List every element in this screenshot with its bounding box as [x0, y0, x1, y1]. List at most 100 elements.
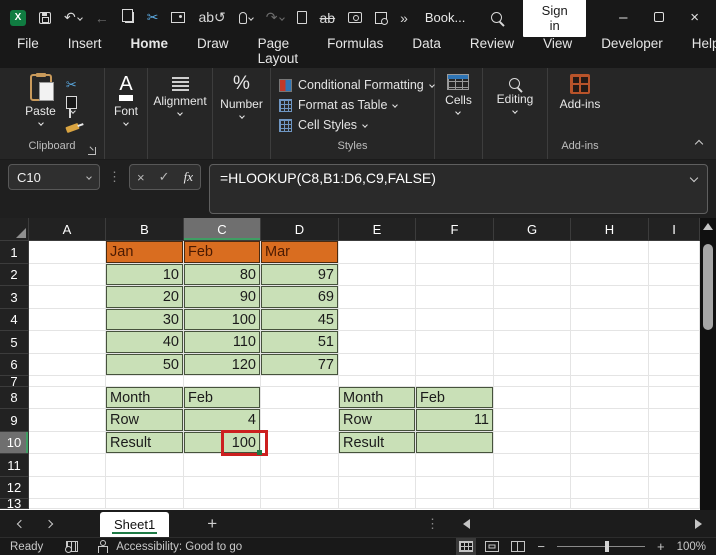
scroll-right-icon[interactable] — [695, 519, 702, 529]
strikethrough-icon[interactable]: ab — [320, 10, 336, 26]
row-header-2[interactable]: 2 — [0, 264, 29, 286]
copy-icon[interactable] — [122, 12, 134, 23]
cell-B3[interactable]: 20 — [106, 286, 184, 309]
cell-G8[interactable] — [494, 387, 571, 409]
paste-picture-icon[interactable] — [171, 12, 185, 23]
cell-H2[interactable] — [571, 264, 649, 286]
formula-input[interactable]: =HLOOKUP(C8,B1:D6,C9,FALSE) — [209, 164, 708, 214]
cell-E9[interactable]: Row — [339, 409, 416, 432]
cell-G5[interactable] — [494, 331, 571, 354]
cell-F8[interactable]: Feb — [416, 387, 494, 409]
cell-D9[interactable] — [261, 409, 339, 432]
cells-button[interactable]: Cells — [445, 74, 472, 140]
zoom-slider-thumb[interactable] — [605, 541, 609, 552]
cell-C12[interactable] — [184, 477, 261, 499]
cancel-button[interactable]: × — [137, 170, 145, 185]
cell-B9[interactable]: Row — [106, 409, 184, 432]
cell-I13[interactable] — [649, 499, 700, 509]
col-header-D[interactable]: D — [261, 218, 339, 241]
minimize-button[interactable]: – — [612, 9, 635, 26]
cell-E12[interactable] — [339, 477, 416, 499]
menu-tab-page-layout[interactable]: Page Layout — [257, 30, 300, 74]
cell-I9[interactable] — [649, 409, 700, 432]
cell-G10[interactable] — [494, 432, 571, 454]
cell-C13[interactable] — [184, 499, 261, 509]
cell-C9[interactable]: 4 — [184, 409, 261, 432]
row-header-11[interactable]: 11 — [0, 454, 29, 477]
menu-tab-file[interactable]: File — [16, 30, 40, 74]
cell-E4[interactable] — [339, 309, 416, 331]
cell-D10[interactable] — [261, 432, 339, 454]
cell-F7[interactable] — [416, 376, 494, 387]
cut-icon[interactable]: ✂ — [147, 9, 159, 26]
cell-F1[interactable] — [416, 241, 494, 264]
cell-I12[interactable] — [649, 477, 700, 499]
cell-D1[interactable]: Mar — [261, 241, 339, 264]
cell-G7[interactable] — [494, 376, 571, 387]
cell-G11[interactable] — [494, 454, 571, 477]
cell-F12[interactable] — [416, 477, 494, 499]
cell-E5[interactable] — [339, 331, 416, 354]
row-header-7[interactable]: 7 — [0, 376, 29, 387]
cell-H7[interactable] — [571, 376, 649, 387]
cell-I5[interactable] — [649, 331, 700, 354]
cell-A5[interactable] — [29, 331, 106, 354]
cell-C2[interactable]: 80 — [184, 264, 261, 286]
col-header-G[interactable]: G — [494, 218, 571, 241]
vertical-scrollbar[interactable] — [700, 218, 716, 510]
save-icon[interactable] — [39, 12, 51, 24]
cell-E6[interactable] — [339, 354, 416, 376]
cell-B8[interactable]: Month — [106, 387, 184, 409]
name-box[interactable]: C10 — [8, 164, 100, 190]
addins-button[interactable]: Add-ins — [560, 74, 601, 140]
screenshot-icon[interactable] — [348, 12, 362, 23]
cell-D2[interactable]: 97 — [261, 264, 339, 286]
scroll-left-icon[interactable] — [463, 519, 470, 529]
cell-A11[interactable] — [29, 454, 106, 477]
fill-handle[interactable] — [257, 450, 262, 455]
cell-B7[interactable] — [106, 376, 184, 387]
cell-F13[interactable] — [416, 499, 494, 509]
cell-F6[interactable] — [416, 354, 494, 376]
cell-I8[interactable] — [649, 387, 700, 409]
cell-I2[interactable] — [649, 264, 700, 286]
number-button[interactable]: % Number — [220, 74, 263, 140]
cell-I4[interactable] — [649, 309, 700, 331]
menu-tab-draw[interactable]: Draw — [196, 30, 230, 74]
col-header-I[interactable]: I — [649, 218, 700, 241]
select-all-corner[interactable] — [0, 218, 29, 241]
conditional-formatting-button[interactable]: Conditional Formatting — [279, 78, 434, 92]
row-header-6[interactable]: 6 — [0, 354, 29, 376]
cell-A12[interactable] — [29, 477, 106, 499]
cell-H9[interactable] — [571, 409, 649, 432]
scrollbar-options-icon[interactable]: ⋮ — [426, 516, 439, 532]
cell-I11[interactable] — [649, 454, 700, 477]
cell-F11[interactable] — [416, 454, 494, 477]
cell-H5[interactable] — [571, 331, 649, 354]
cell-F5[interactable] — [416, 331, 494, 354]
row-header-10[interactable]: 10 — [0, 432, 29, 454]
col-header-C[interactable]: C — [184, 218, 261, 241]
cell-F10[interactable] — [416, 432, 494, 454]
cell-D12[interactable] — [261, 477, 339, 499]
row-header-4[interactable]: 4 — [0, 309, 29, 331]
format-as-table-button[interactable]: Format as Table — [279, 98, 434, 112]
cell-D6[interactable]: 77 — [261, 354, 339, 376]
cell-C3[interactable]: 90 — [184, 286, 261, 309]
cell-styles-button[interactable]: Cell Styles — [279, 118, 434, 132]
cell-E13[interactable] — [339, 499, 416, 509]
search-icon[interactable] — [491, 12, 502, 23]
expand-formula-bar-icon[interactable] — [690, 174, 698, 182]
cell-B2[interactable]: 10 — [106, 264, 184, 286]
normal-view-button[interactable] — [459, 541, 473, 552]
cell-F3[interactable] — [416, 286, 494, 309]
cell-B6[interactable]: 50 — [106, 354, 184, 376]
collapse-ribbon-button[interactable] — [696, 134, 702, 152]
col-header-E[interactable]: E — [339, 218, 416, 241]
cell-A13[interactable] — [29, 499, 106, 509]
cell-A10[interactable] — [29, 432, 106, 454]
cell-H10[interactable] — [571, 432, 649, 454]
cell-A8[interactable] — [29, 387, 106, 409]
cell-H3[interactable] — [571, 286, 649, 309]
cell-F9[interactable]: 11 — [416, 409, 494, 432]
